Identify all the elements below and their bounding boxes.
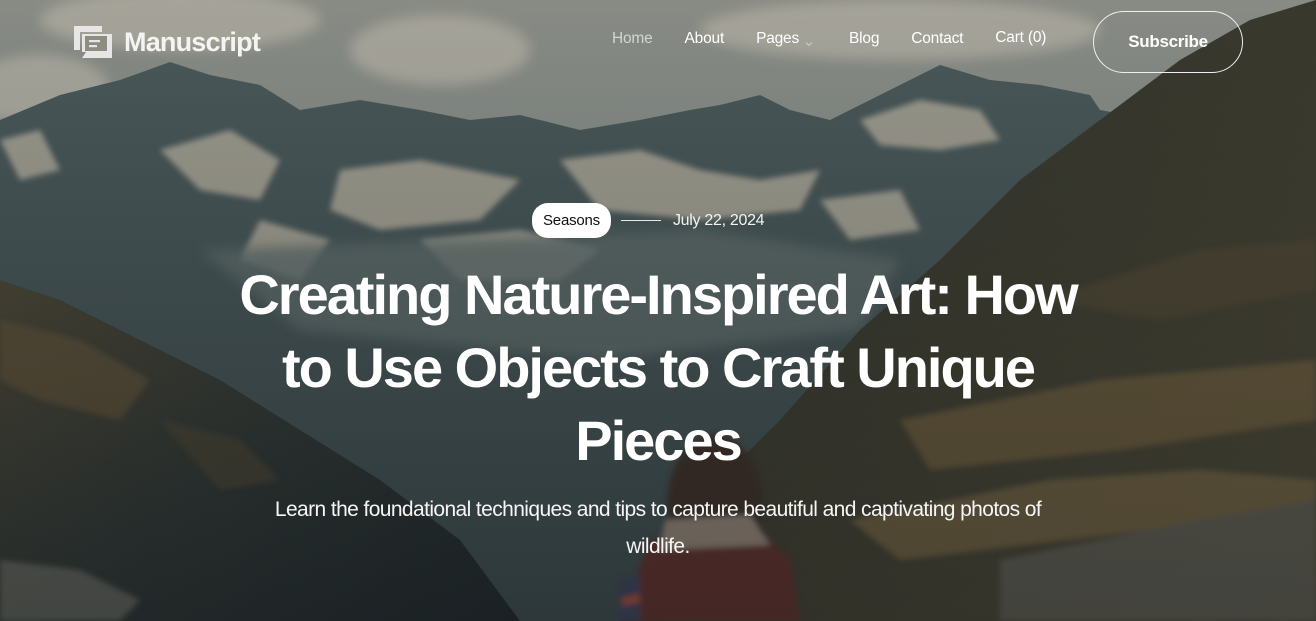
subscribe-button[interactable]: Subscribe bbox=[1093, 11, 1243, 73]
category-badge[interactable]: Seasons bbox=[532, 203, 611, 238]
post-title: Creating Nature-Inspired Art: How to Use… bbox=[239, 263, 1078, 472]
nav-item-blog[interactable]: Blog bbox=[849, 30, 879, 48]
meta-divider bbox=[620, 220, 661, 221]
nav-item-cart[interactable]: Cart (0) bbox=[995, 29, 1046, 47]
nav-item-pages-label: Pages bbox=[756, 30, 800, 47]
chat-bubbles-icon bbox=[72, 24, 114, 60]
nav-item-about[interactable]: About bbox=[685, 30, 725, 48]
site-header: Manuscript Home About Pages Blog Contact… bbox=[0, 0, 1316, 84]
brand-name: Manuscript bbox=[124, 26, 261, 57]
post-meta: Seasons July 22, 2024 bbox=[532, 203, 765, 238]
nav-item-contact[interactable]: Contact bbox=[911, 30, 963, 48]
hero-section: Manuscript Home About Pages Blog Contact… bbox=[0, 0, 1316, 621]
main-nav: Home About Pages Blog Contact Cart (0) bbox=[612, 29, 1078, 48]
post-subtitle: Learn the foundational techniques and ti… bbox=[274, 498, 1042, 558]
site-logo[interactable]: Manuscript bbox=[72, 24, 261, 60]
nav-item-home[interactable]: Home bbox=[612, 30, 653, 48]
nav-item-pages[interactable]: Pages bbox=[756, 30, 813, 48]
chevron-down-icon bbox=[805, 35, 813, 47]
post-date: July 22, 2024 bbox=[672, 211, 765, 229]
